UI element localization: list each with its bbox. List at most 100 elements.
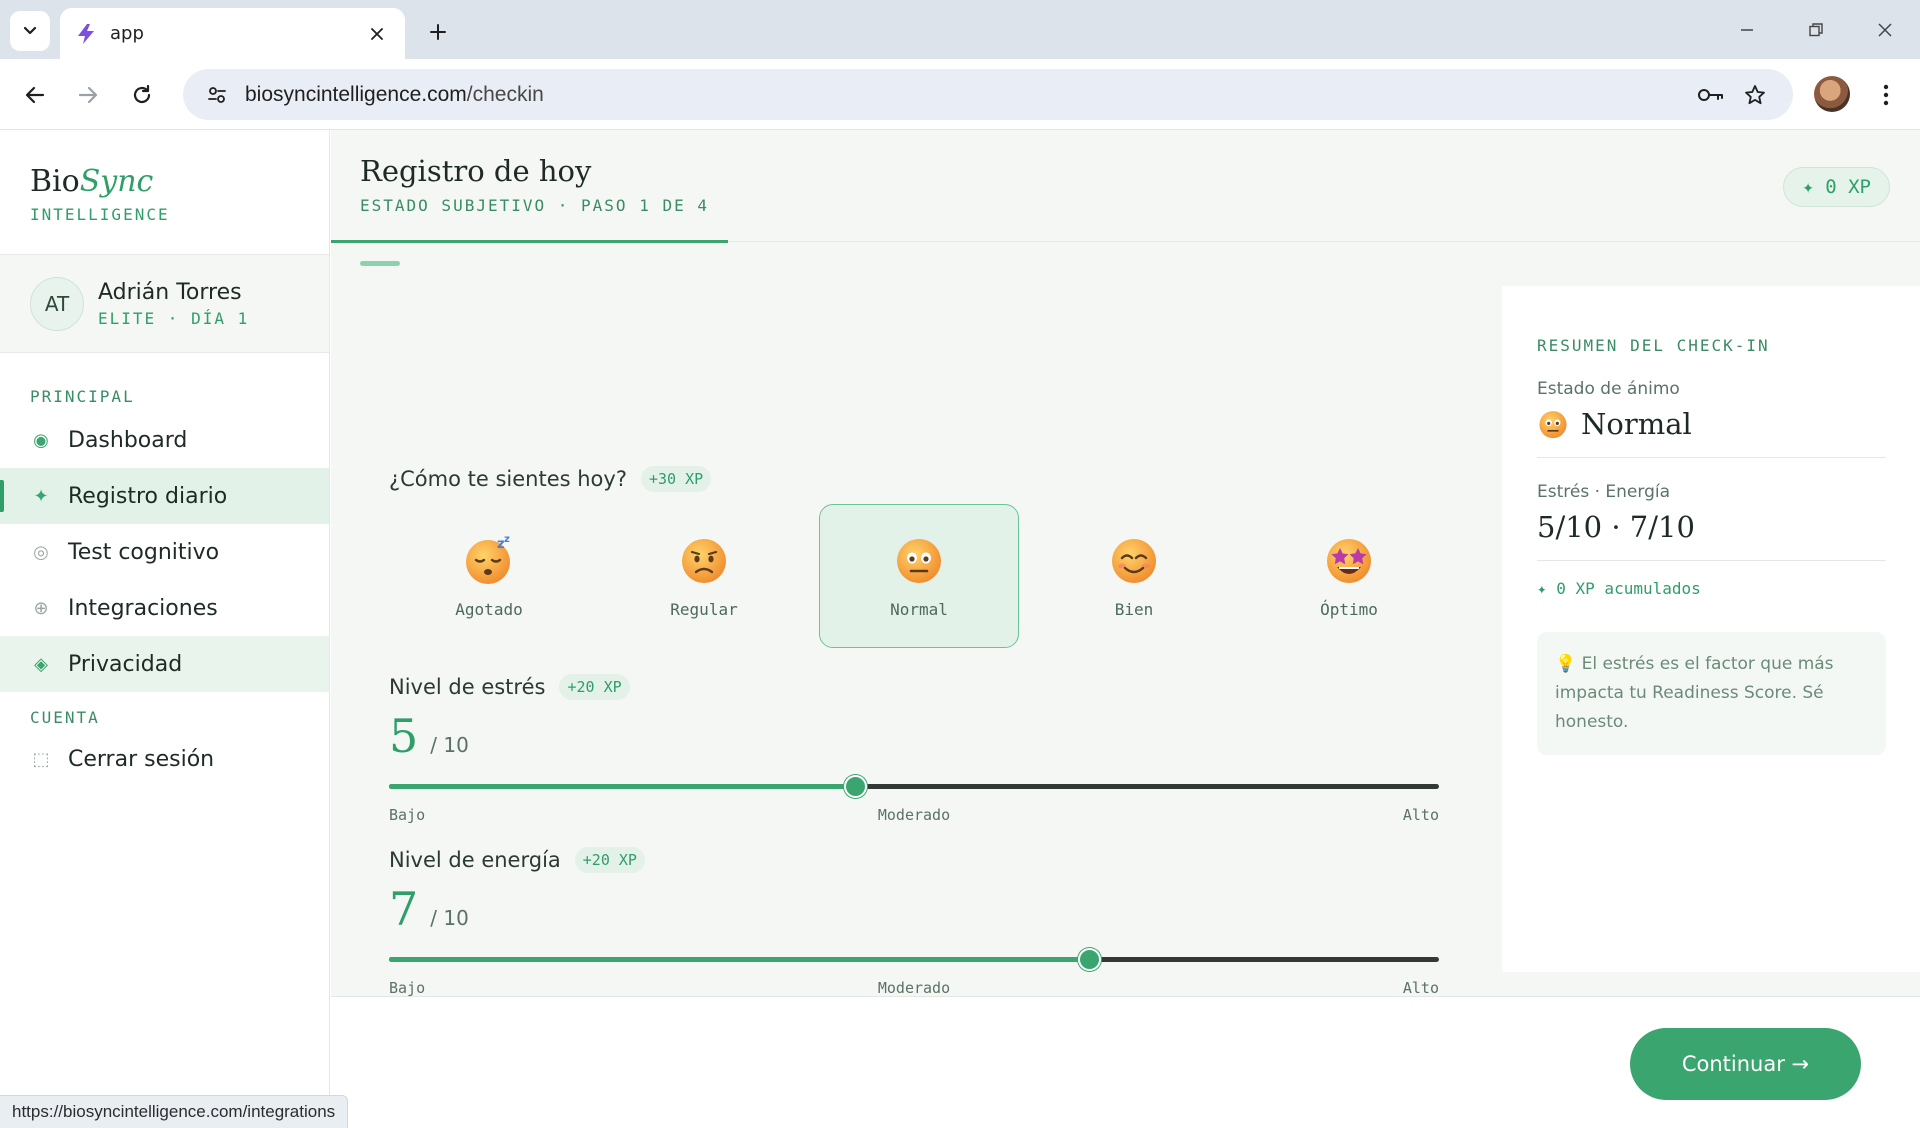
sidebar: BioSync INTELLIGENCE AT Adrián Torres EL… <box>0 130 330 1128</box>
forward-button[interactable] <box>67 74 109 116</box>
site-settings-icon[interactable] <box>199 77 235 113</box>
slider-thumb[interactable] <box>844 775 868 798</box>
logout-button[interactable]: ⬚ Cerrar sesión <box>0 731 329 787</box>
sidebar-item-label: Privacidad <box>68 651 183 677</box>
mood-xp-tag: +30 XP <box>640 466 712 492</box>
brand-name-plain: Bio <box>30 164 80 199</box>
summary-stress-energy-label: Estrés · Energía <box>1537 482 1671 502</box>
checkin-summary-panel: RESUMEN DEL CHECK-IN Estado de ánimo Nor… <box>1502 286 1920 972</box>
profile-avatar[interactable] <box>1814 76 1850 112</box>
browser-toolbar: biosyncintelligence.com/checkin <box>0 59 1920 130</box>
brand-logo[interactable]: BioSync INTELLIGENCE <box>0 130 329 255</box>
lightbulb-icon: 💡 <box>1555 654 1577 674</box>
stress-question: Nivel de estrés +20 XP <box>389 674 630 700</box>
summary-tip: 💡 El estrés es el factor que más impacta… <box>1537 632 1886 755</box>
smiling-face-icon <box>1112 538 1156 583</box>
mood-options: z z Agotado Regular Normal Bien Óptimo <box>389 504 1449 648</box>
url-text[interactable]: biosyncintelligence.com/checkin <box>245 83 1689 107</box>
stress-slider[interactable] <box>389 775 1439 799</box>
summary-mood-value: Normal <box>1537 407 1886 441</box>
mood-option-agotado[interactable]: z z Agotado <box>389 504 589 648</box>
logout-label: Cerrar sesión <box>68 746 215 772</box>
mood-option-optimo[interactable]: Óptimo <box>1249 504 1449 648</box>
summary-xp-accumulated: ✦ 0 XP acumulados <box>1537 579 1701 598</box>
stress-xp-tag: +20 XP <box>559 674 630 700</box>
star-icon <box>1745 84 1765 104</box>
mood-option-label: Óptimo <box>1320 599 1378 619</box>
link-status-bar: https://biosyncintelligence.com/integrat… <box>0 1095 349 1128</box>
brand-subtitle: INTELLIGENCE <box>30 205 170 224</box>
tune-icon <box>208 86 226 103</box>
restore-button[interactable] <box>1796 10 1836 50</box>
section-label-principal: PRINCIPAL <box>30 387 135 406</box>
energy-value-max: / 10 <box>430 906 469 930</box>
confused-face-icon <box>682 538 726 583</box>
key-icon <box>1698 88 1723 101</box>
address-bar[interactable]: biosyncintelligence.com/checkin <box>183 69 1793 120</box>
browser-tab[interactable]: app <box>60 8 405 59</box>
brand-name-accent: Sync <box>79 164 154 199</box>
arrow-left-icon <box>25 86 45 104</box>
stress-label: Nivel de estrés <box>389 675 546 699</box>
tab-search-button[interactable] <box>10 11 50 51</box>
xp-total-badge: ✦ 0 XP <box>1783 167 1890 207</box>
sidebar-item-dashboard[interactable]: ◉ Dashboard <box>0 412 329 468</box>
star-struck-face-icon <box>1327 538 1371 583</box>
form-footer: Continuar → <box>331 996 1920 1128</box>
continue-button[interactable]: Continuar → <box>1630 1028 1861 1100</box>
energy-value-number: 7 <box>389 882 419 936</box>
summary-title: RESUMEN DEL CHECK-IN <box>1537 336 1770 355</box>
summary-stress-energy-value: 5/10 · 7/10 <box>1537 510 1695 544</box>
stress-value: 5 / 10 <box>389 709 469 763</box>
tab-close-button[interactable] <box>363 20 391 48</box>
step-progress-indicator <box>360 261 400 266</box>
neutral-face-icon <box>897 538 941 583</box>
more-vertical-icon <box>1883 84 1889 106</box>
neutral-face-icon <box>1539 411 1567 439</box>
energy-label: Nivel de energía <box>389 848 561 872</box>
user-meta: ELITE · DÍA 1 <box>98 308 250 328</box>
new-tab-button[interactable] <box>420 14 456 50</box>
mood-option-bien[interactable]: Bien <box>1034 504 1234 648</box>
url-path: /checkin <box>466 82 544 106</box>
sidebar-item-privacidad[interactable]: ◈ Privacidad <box>0 636 329 692</box>
ring-icon: ◎ <box>33 541 49 563</box>
mood-option-normal[interactable]: Normal <box>819 504 1019 648</box>
close-window-button[interactable] <box>1865 10 1905 50</box>
reload-icon <box>133 84 151 104</box>
sidebar-item-test-cognitivo[interactable]: ◎ Test cognitivo <box>0 524 329 580</box>
globe-icon: ⊕ <box>33 597 49 619</box>
bolt-favicon-icon <box>78 23 94 44</box>
sidebar-item-registro-diario[interactable]: ✦ Registro diario <box>0 468 329 524</box>
scale-mid: Moderado <box>877 979 951 997</box>
slider-thumb[interactable] <box>1078 948 1102 971</box>
back-button[interactable] <box>14 74 56 116</box>
sidebar-item-integraciones[interactable]: ⊕ Integraciones <box>0 580 329 636</box>
slider-fill <box>389 784 856 789</box>
url-host: biosyncintelligence.com <box>245 82 467 106</box>
summary-divider <box>1537 457 1886 458</box>
summary-divider <box>1537 560 1886 561</box>
reload-button[interactable] <box>121 74 163 116</box>
minimize-icon <box>1741 29 1753 31</box>
user-name: Adrián Torres <box>98 279 242 305</box>
sparkle-icon: ✦ <box>33 485 49 507</box>
restore-icon <box>1809 23 1823 37</box>
sidebar-item-label: Test cognitivo <box>68 539 220 565</box>
summary-mood-label: Estado de ánimo <box>1537 379 1680 399</box>
browser-tab-strip: app <box>0 0 1920 59</box>
stress-value-max: / 10 <box>430 733 469 757</box>
tab-title: app <box>110 23 144 44</box>
sidebar-item-label: Registro diario <box>68 483 228 509</box>
energy-slider[interactable] <box>389 948 1439 972</box>
energy-scale: Bajo Moderado Alto <box>389 979 1439 997</box>
bookmark-button[interactable] <box>1733 73 1777 117</box>
password-key-button[interactable] <box>1689 73 1733 117</box>
scale-mid: Moderado <box>877 806 951 824</box>
page-subtitle: ESTADO SUBJETIVO · PASO 1 DE 4 <box>360 196 709 215</box>
mood-question-text: ¿Cómo te sientes hoy? <box>389 467 627 491</box>
mood-option-regular[interactable]: Regular <box>604 504 804 648</box>
scale-low: Bajo <box>389 806 426 824</box>
browser-menu-button[interactable] <box>1868 74 1904 116</box>
minimize-button[interactable] <box>1727 10 1767 50</box>
